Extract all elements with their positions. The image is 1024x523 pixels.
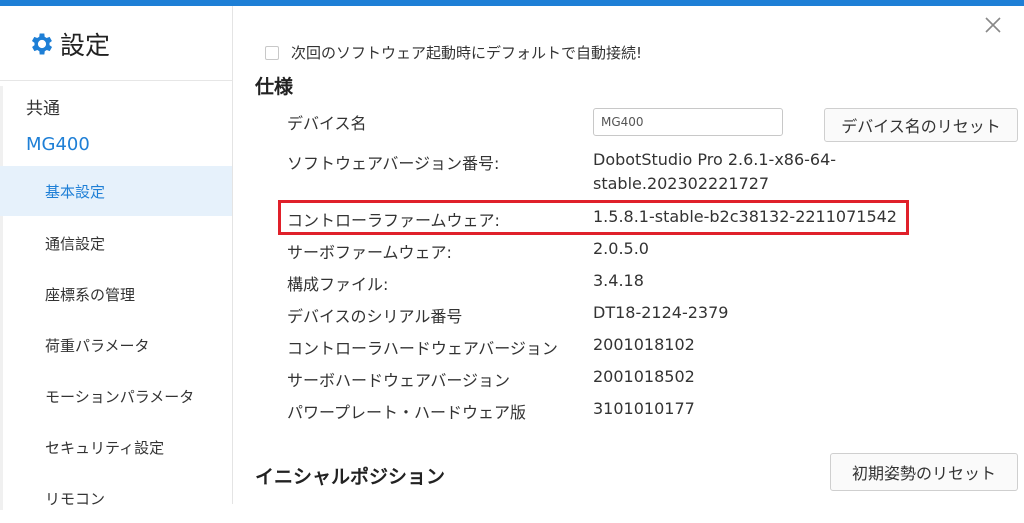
controller-hw-value: 2001018102 xyxy=(593,335,695,354)
sidebar-group-device[interactable]: MG400 xyxy=(26,134,90,155)
sidebar-item-label: セキュリティ設定 xyxy=(45,438,165,457)
device-name-label: デバイス名 xyxy=(287,114,367,133)
device-name-input[interactable] xyxy=(593,108,783,136)
software-version-value: DobotStudio Pro 2.6.1-x86-64- stable.202… xyxy=(593,148,836,196)
controller-firmware-label: コントローラファームウェア: xyxy=(287,211,500,230)
config-file-label: 構成ファイル: xyxy=(287,275,389,294)
config-file-value: 3.4.18 xyxy=(593,271,644,290)
spec-section-title: 仕様 xyxy=(255,76,294,98)
device-name-reset-button[interactable]: デバイス名のリセット xyxy=(824,108,1018,142)
software-version-line2: stable.202302221727 xyxy=(593,174,770,193)
close-icon[interactable] xyxy=(984,16,1002,34)
sidebar-item-security[interactable]: セキュリティ設定 xyxy=(0,422,232,472)
gear-icon xyxy=(31,33,53,55)
settings-sidebar: 設定 共通 MG400 基本設定 通信設定 座標系の管理 荷重パラメータ モーシ… xyxy=(0,6,233,510)
servo-hw-value: 2001018502 xyxy=(593,367,695,386)
settings-content: 次回のソフトウェア起動時にデフォルトで自動接続! 仕様 デバイス名 デバイス名の… xyxy=(233,6,1024,504)
settings-title: 設定 xyxy=(28,24,110,64)
initial-position-title: イニシャルポジション xyxy=(255,466,446,488)
software-version-label: ソフトウェアバージョン番号: xyxy=(287,154,500,173)
controller-firmware-value: 1.5.8.1-stable-b2c38132-2211071542 xyxy=(593,207,897,226)
auto-connect-label: 次回のソフトウェア起動時にデフォルトで自動接続! xyxy=(291,44,643,62)
auto-connect-option[interactable]: 次回のソフトウェア起動時にデフォルトで自動接続! xyxy=(265,42,642,63)
servo-firmware-value: 2.0.5.0 xyxy=(593,239,649,258)
sidebar-item-label: 座標系の管理 xyxy=(45,285,136,304)
servo-firmware-label: サーボファームウェア: xyxy=(287,243,452,262)
initial-pose-reset-button[interactable]: 初期姿勢のリセット xyxy=(830,453,1018,491)
sidebar-item-label: 通信設定 xyxy=(45,234,106,253)
controller-hw-label: コントローラハードウェアバージョン xyxy=(287,339,558,358)
servo-hw-label: サーボハードウェアバージョン xyxy=(287,371,511,390)
software-version-line1: DobotStudio Pro 2.6.1-x86-64- xyxy=(593,150,837,169)
settings-title-text: 設定 xyxy=(60,31,111,60)
sidebar-item-label: 基本設定 xyxy=(45,182,106,201)
sidebar-item-motion-parameters[interactable]: モーションパラメータ xyxy=(0,371,232,421)
sidebar-item-load-parameters[interactable]: 荷重パラメータ xyxy=(0,320,232,370)
sidebar-item-communication[interactable]: 通信設定 xyxy=(0,218,232,268)
sidebar-item-basic-settings[interactable]: 基本設定 xyxy=(0,166,232,216)
sidebar-item-label: 荷重パラメータ xyxy=(45,336,150,355)
sidebar-item-remote-control[interactable]: リモコン xyxy=(0,473,232,523)
sidebar-divider xyxy=(0,80,232,81)
power-plate-value: 3101010177 xyxy=(593,399,695,418)
serial-number-value: DT18-2124-2379 xyxy=(593,303,729,322)
sidebar-item-coordinate-system[interactable]: 座標系の管理 xyxy=(0,269,232,319)
sidebar-item-label: モーションパラメータ xyxy=(45,387,195,406)
serial-number-label: デバイスのシリアル番号 xyxy=(287,307,463,326)
power-plate-label: パワープレート・ハードウェア版 xyxy=(287,403,527,422)
auto-connect-checkbox[interactable] xyxy=(265,45,279,60)
sidebar-group-common[interactable]: 共通 xyxy=(26,94,60,119)
sidebar-item-label: リモコン xyxy=(45,489,106,508)
